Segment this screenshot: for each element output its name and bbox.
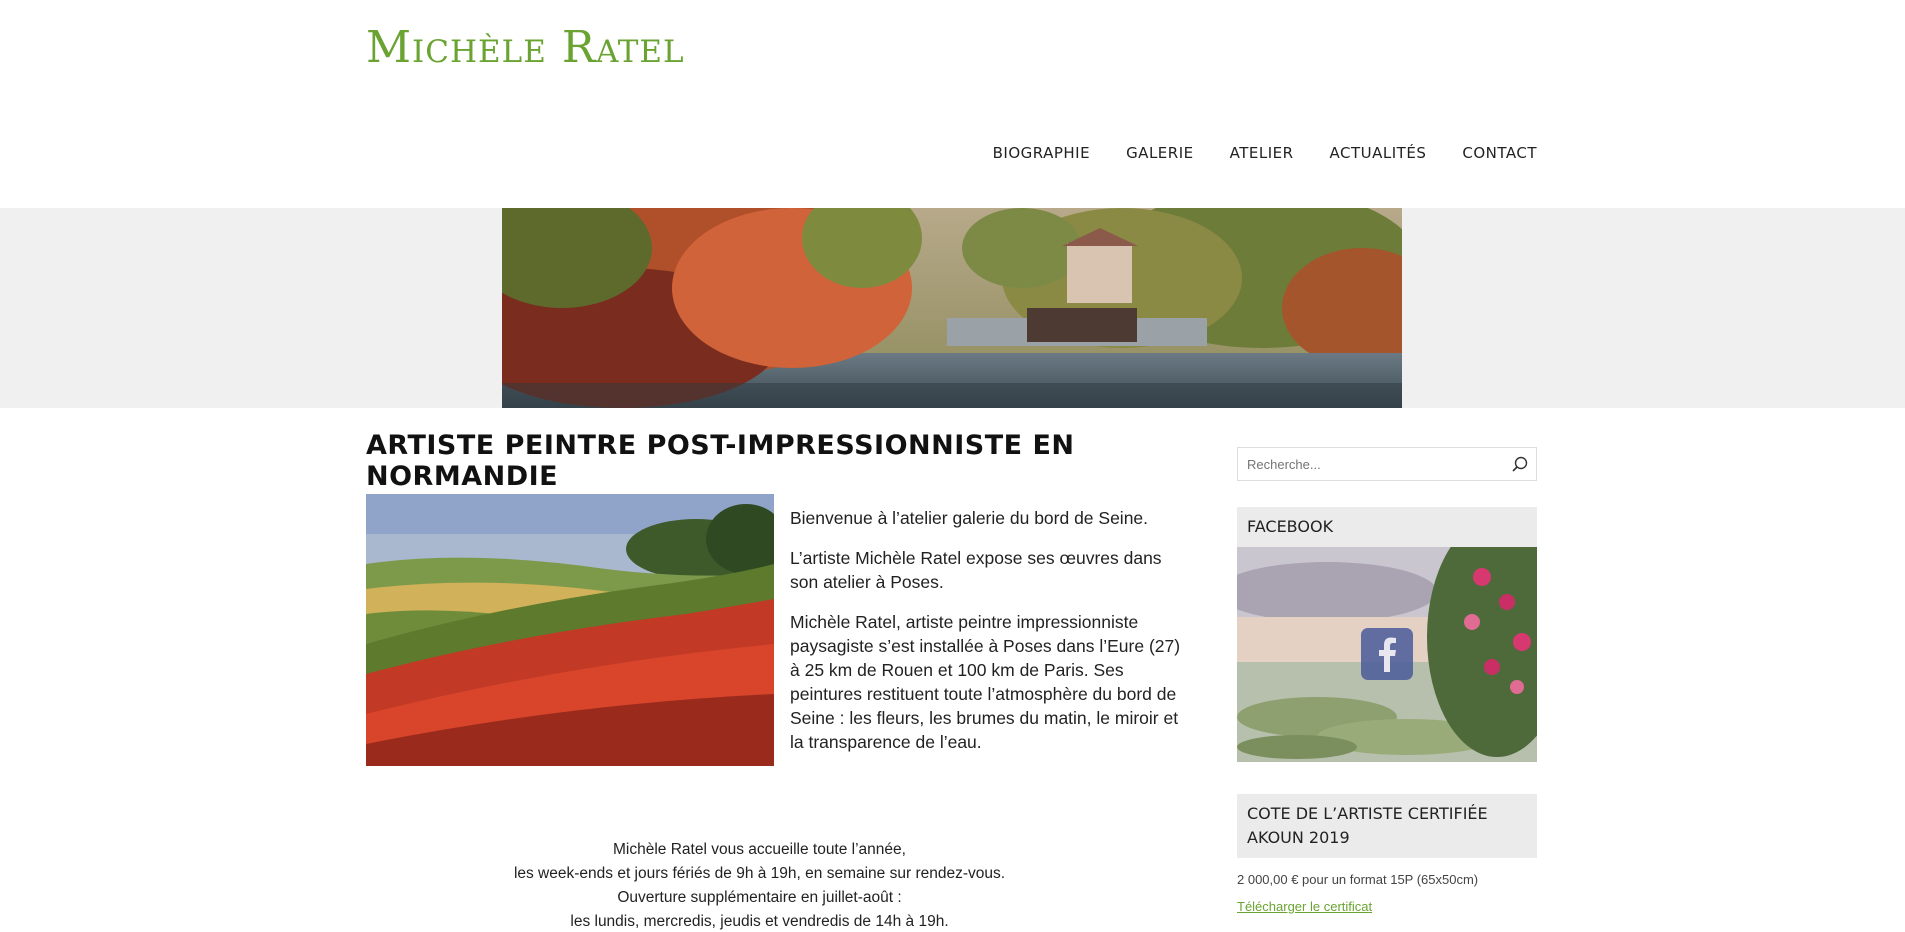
- opening-hours: Michèle Ratel vous accueille toute l’ann…: [466, 838, 1053, 932]
- site-header: Michèle Ratel Biographie Galerie Atelier…: [0, 0, 1905, 208]
- hours-line: les lundis, mercredis, jeudis et vendred…: [570, 913, 949, 930]
- main-content: Artiste peintre post-impressionniste en …: [366, 430, 1196, 930]
- download-certificate-link[interactable]: Télécharger le certificat: [1237, 899, 1372, 914]
- hours-line: les week-ends et jours fériés de 9h à 19…: [513, 865, 1006, 882]
- intro-paragraph: Michèle Ratel, artiste peintre impressio…: [790, 612, 1181, 752]
- sidebar: Facebook Cote de l’artiste certifiée Ako…: [1237, 447, 1537, 932]
- banner-painting: [502, 208, 1402, 408]
- search-form: [1237, 447, 1537, 481]
- poppy-field-painting: [366, 494, 774, 766]
- site-title[interactable]: Michèle Ratel: [366, 22, 685, 73]
- intro-text: Bienvenue à l’atelier galerie du bord de…: [790, 506, 1190, 770]
- intro-paragraph: L’artiste Michèle Ratel expose ses œuvre…: [790, 548, 1162, 592]
- facebook-icon: [1361, 628, 1413, 680]
- nav-contact[interactable]: Contact: [1462, 144, 1537, 162]
- nav-atelier[interactable]: Atelier: [1230, 144, 1294, 162]
- nav-actualites[interactable]: Actualités: [1330, 144, 1427, 162]
- cote-price: 2 000,00 € pour un format 15P (65x50cm): [1237, 872, 1479, 887]
- intro-paragraph: Bienvenue à l’atelier galerie du bord de…: [790, 508, 1149, 528]
- page-title: Artiste peintre post-impressionniste en …: [366, 430, 1075, 492]
- search-icon: [1512, 456, 1528, 472]
- facebook-link-image[interactable]: [1237, 547, 1537, 762]
- cote-widget-title: Cote de l’artiste certifiée Akoun 2019: [1237, 794, 1537, 858]
- hours-line: Michèle Ratel vous accueille toute l’ann…: [613, 841, 906, 858]
- search-button[interactable]: [1510, 455, 1530, 475]
- hours-line: Ouverture supplémentaire en juillet-août…: [617, 889, 902, 906]
- search-input[interactable]: [1238, 448, 1488, 480]
- main-nav: Biographie Galerie Atelier Actualités Co…: [993, 144, 1537, 162]
- facebook-widget-title: Facebook: [1237, 507, 1537, 547]
- nav-galerie[interactable]: Galerie: [1126, 144, 1194, 162]
- nav-biographie[interactable]: Biographie: [993, 144, 1090, 162]
